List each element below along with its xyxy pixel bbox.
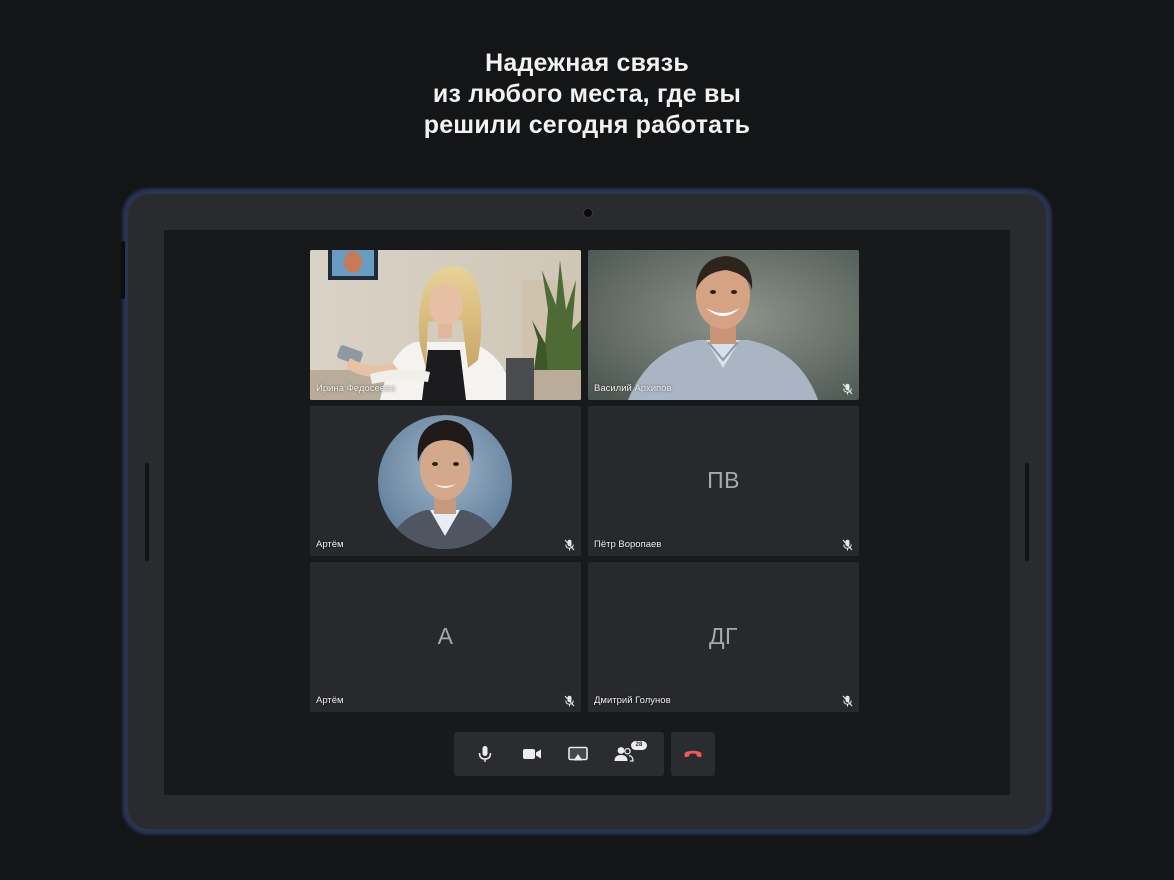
microphone-muted-icon (842, 539, 853, 551)
screen-share-button[interactable] (567, 743, 589, 765)
participant-tile[interactable]: Василий Архипов (588, 250, 859, 400)
microphone-muted-icon (842, 383, 853, 395)
participants-button[interactable]: 28 (613, 741, 647, 765)
microphone-muted-icon (564, 695, 575, 707)
participant-tile[interactable]: А Артём (310, 562, 581, 712)
participant-name: Артём (316, 539, 344, 550)
call-toolbar: 28 (454, 732, 664, 776)
hangup-button[interactable] (671, 732, 715, 776)
participant-name: Ирина Федосеева (316, 383, 396, 394)
participant-initials: ДГ (708, 623, 739, 649)
screen-share-icon (568, 746, 588, 761)
tablet-speaker-right (1025, 463, 1029, 561)
microphone-muted-icon (564, 539, 575, 551)
tablet-device: Ирина Федосеева Василий Архипов Артём ПВ… (121, 189, 1051, 834)
participant-name: Пётр Воропаев (594, 539, 662, 550)
promo-headline: Надежная связь из любого места, где вы р… (0, 48, 1174, 141)
participant-initials: А (437, 623, 454, 649)
participants-count-badge: 28 (631, 741, 647, 750)
participant-name: Дмитрий Голунов (594, 695, 671, 706)
participant-tile[interactable]: ДГ Дмитрий Голунов (588, 562, 859, 712)
participant-video (588, 250, 859, 400)
participant-name: Артём (316, 695, 344, 706)
promo-line-3: решили сегодня работать (423, 111, 751, 139)
phone-hangup-icon (684, 750, 702, 758)
call-screen: Ирина Федосеева Василий Архипов Артём ПВ… (164, 230, 1010, 795)
camera-button[interactable] (521, 743, 543, 765)
participant-tile[interactable]: Ирина Федосеева (310, 250, 581, 400)
participant-avatar (378, 415, 512, 549)
participant-video (310, 250, 581, 400)
microphone-button[interactable] (474, 743, 496, 765)
tablet-speaker-left (145, 463, 149, 561)
video-camera-icon (523, 749, 541, 759)
microphone-muted-icon (842, 695, 853, 707)
microphone-icon (478, 746, 492, 762)
participant-tile[interactable]: ПВ Пётр Воропаев (588, 406, 859, 556)
tablet-side-button (121, 241, 125, 299)
participant-name: Василий Архипов (594, 383, 672, 394)
participant-tile[interactable]: Артём (310, 406, 581, 556)
tablet-camera (584, 209, 592, 217)
participant-initials: ПВ (707, 467, 740, 493)
promo-line-1: Надежная связь (485, 49, 689, 77)
promo-line-2: из любого места, где вы (432, 80, 742, 108)
